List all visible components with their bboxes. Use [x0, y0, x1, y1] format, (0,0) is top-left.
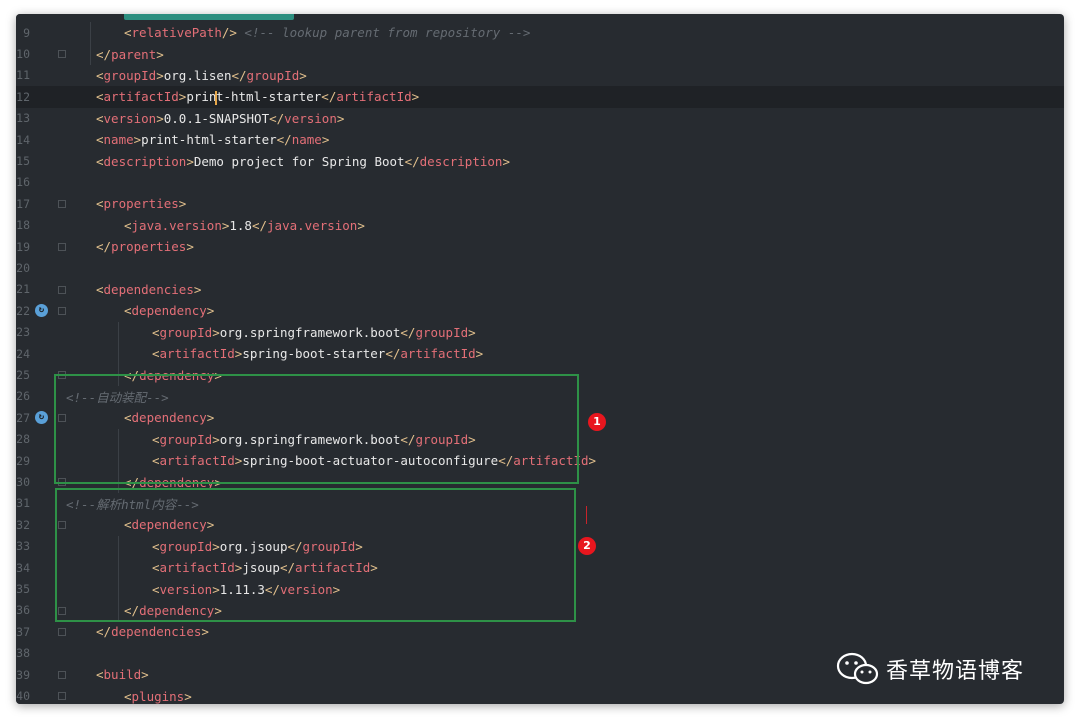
line-number: 13 — [16, 111, 30, 126]
line-number: 24 — [16, 346, 30, 361]
code-text: </properties> — [96, 239, 194, 255]
code-text: <relativePath/> <!-- lookup parent from … — [124, 25, 531, 41]
code-text: </dependencies> — [96, 624, 209, 640]
code-line[interactable]: 15 <description>Demo project for Spring B… — [16, 150, 1064, 171]
annotation-marker-2: 2 — [578, 537, 596, 555]
line-number: 12 — [16, 89, 30, 104]
watermark: 香草物语博客 — [836, 652, 1024, 686]
line-number: 34 — [16, 560, 30, 575]
code-text: <dependencies> — [96, 281, 202, 297]
code-line[interactable]: 40 <plugins> — [16, 685, 1064, 704]
line-number: 11 — [16, 68, 30, 83]
fold-marker-icon[interactable] — [58, 243, 66, 251]
code-editor-window: 9 <relativePath/> <!-- lookup parent from… — [16, 14, 1064, 704]
fold-marker-icon[interactable] — [58, 671, 66, 679]
text-cursor — [215, 90, 217, 105]
code-line[interactable]: 9 <relativePath/> <!-- lookup parent from… — [16, 22, 1064, 43]
code-line[interactable]: 16 — [16, 172, 1064, 193]
line-number: 18 — [16, 218, 30, 233]
fold-marker-icon[interactable] — [58, 200, 66, 209]
line-number: 39 — [16, 667, 30, 682]
line-number: 31 — [16, 496, 30, 511]
fold-marker-icon[interactable] — [58, 285, 66, 294]
line-number: 21 — [16, 282, 30, 297]
code-line[interactable]: 12 <artifactId>print-html-starter</artifa… — [16, 86, 1064, 108]
code-text: <name>print-html-starter</name> — [96, 132, 330, 148]
line-number: 20 — [16, 261, 30, 276]
line-number: 14 — [16, 132, 30, 147]
override-gutter-icon[interactable]: ↻ — [35, 411, 48, 425]
wechat-icon — [836, 652, 879, 685]
line-number: 32 — [16, 517, 30, 532]
code-text: <description>Demo project for Spring Boo… — [96, 153, 510, 169]
code-line[interactable]: 14 <name>print-html-starter</name> — [16, 129, 1064, 150]
code-line[interactable]: 19 </properties> — [16, 236, 1064, 257]
line-number: 23 — [16, 325, 30, 340]
fold-marker-icon[interactable] — [58, 692, 66, 701]
line-number: 29 — [16, 453, 30, 468]
code-line[interactable]: 24 <artifactId>spring-boot-starter</artif… — [16, 343, 1064, 364]
code-line[interactable]: 23 <groupId>org.springframework.boot</gro… — [16, 322, 1064, 343]
code-text: <artifactId>print-html-starter</artifact… — [96, 89, 420, 105]
line-number: 37 — [16, 624, 30, 639]
line-number: 25 — [16, 368, 30, 383]
indent-guide — [90, 22, 91, 65]
code-line[interactable]: 20 — [16, 257, 1064, 278]
line-number: 15 — [16, 154, 30, 169]
line-number: 36 — [16, 603, 30, 618]
code-text: <dependency> — [124, 303, 215, 319]
code-line[interactable]: 37 </dependencies> — [16, 621, 1064, 642]
line-number: 17 — [16, 196, 30, 211]
line-number: 19 — [16, 239, 30, 254]
code-line[interactable]: 21 <dependencies> — [16, 279, 1064, 300]
code-line[interactable]: 11 <groupId>org.lisen</groupId> — [16, 65, 1064, 86]
code-text: <artifactId>spring-boot-starter</artifac… — [152, 346, 484, 362]
code-line[interactable]: 17 <properties> — [16, 193, 1064, 214]
line-number: 22 — [16, 303, 30, 318]
fold-marker-icon[interactable] — [58, 628, 66, 637]
tab-indicator — [124, 14, 294, 20]
line-number: 16 — [16, 175, 30, 190]
code-text: <java.version>1.8</java.version> — [124, 217, 365, 233]
line-number: 27 — [16, 410, 30, 425]
fold-marker-icon[interactable] — [58, 307, 66, 316]
code-text: <groupId>org.springframework.boot</group… — [152, 324, 476, 340]
highlight-box-jsoup — [55, 488, 576, 622]
line-number: 33 — [16, 539, 30, 554]
code-line[interactable]: 10 </parent> — [16, 43, 1064, 64]
code-line[interactable]: 18 <java.version>1.8</java.version> — [16, 215, 1064, 236]
line-number: 26 — [16, 389, 30, 404]
fold-marker-icon[interactable] — [58, 50, 66, 59]
annotation-tick — [586, 506, 587, 524]
code-text: <plugins> — [124, 688, 192, 704]
line-number: 35 — [16, 582, 30, 597]
line-number: 28 — [16, 432, 30, 447]
annotation-marker-1: 1 — [588, 413, 606, 431]
code-text: <version>0.0.1-SNAPSHOT</version> — [96, 110, 345, 126]
code-text: <groupId>org.lisen</groupId> — [96, 67, 307, 83]
line-number: 9 — [23, 25, 30, 40]
code-text: <build> — [96, 667, 149, 683]
line-number: 40 — [16, 689, 30, 704]
code-text: <properties> — [96, 196, 187, 212]
override-gutter-icon[interactable]: ↻ — [35, 304, 48, 318]
line-number: 38 — [16, 646, 30, 661]
line-number: 10 — [16, 47, 30, 62]
watermark-text: 香草物语博客 — [886, 659, 1025, 684]
code-text: </parent> — [96, 46, 164, 62]
highlight-box-autoconfigure — [54, 374, 579, 484]
line-number: 30 — [16, 475, 30, 490]
code-line[interactable]: 22 ↻ <dependency> — [16, 300, 1064, 321]
code-line[interactable]: 13 <version>0.0.1-SNAPSHOT</version> — [16, 108, 1064, 129]
